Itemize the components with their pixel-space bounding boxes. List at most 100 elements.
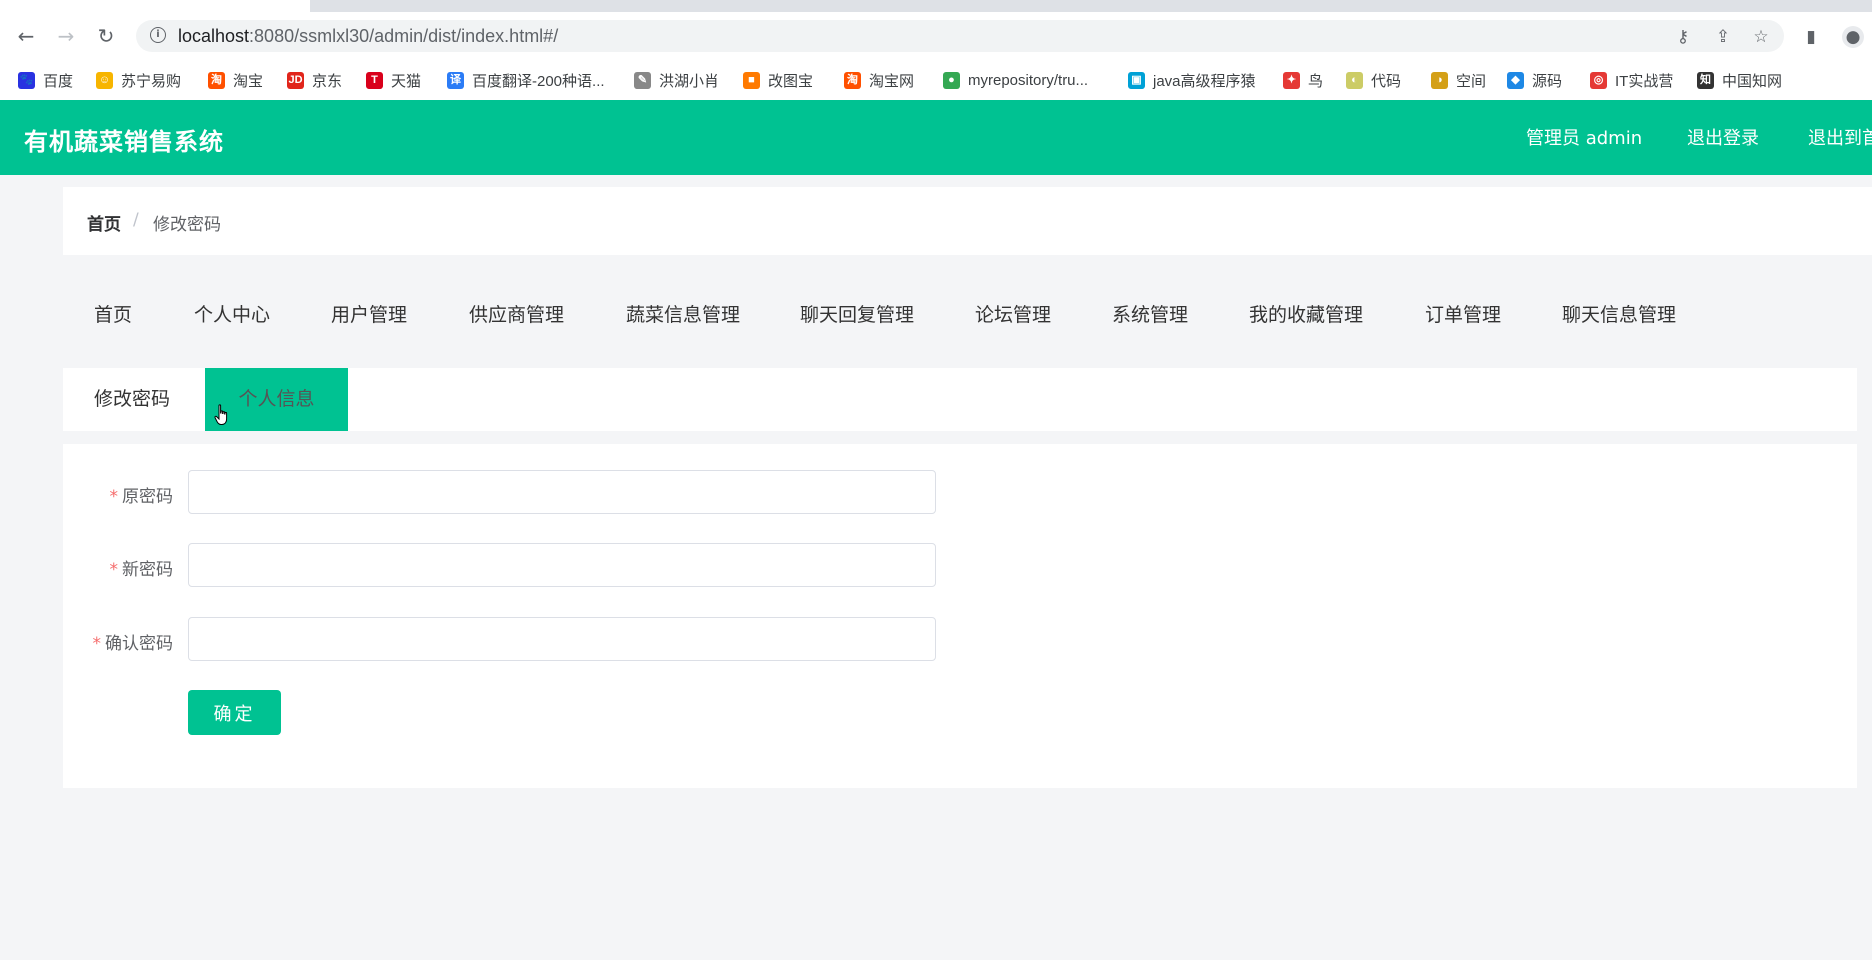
old-password-label-text: 原密码 xyxy=(122,487,173,507)
menu-item-system-management[interactable]: 系统管理 xyxy=(1112,300,1188,327)
confirm-password-row: * 确认密码 xyxy=(63,617,963,663)
bookmark-label: 空间 xyxy=(1456,72,1487,90)
tabstrip-background xyxy=(310,0,1872,12)
bookmark-favicon-icon: 译 xyxy=(447,71,464,89)
bookmark-favicon-icon: 淘 xyxy=(844,71,861,89)
bookmark-label: IT实战营 xyxy=(1615,72,1674,90)
bookmark-item[interactable]: ◐ 代码 xyxy=(1346,69,1401,91)
app-header: 有机蔬菜销售系统 管理员 admin 退出登录 退出到首页 xyxy=(0,100,1872,175)
logout-link[interactable]: 退出登录 xyxy=(1687,124,1759,150)
bookmark-label: myrepository/tru... xyxy=(968,71,1089,89)
menu-item-order-management[interactable]: 订单管理 xyxy=(1425,300,1501,327)
hand-cursor-icon xyxy=(214,404,228,425)
required-mark: * xyxy=(109,487,119,507)
profile-avatar-icon[interactable]: ● xyxy=(1842,26,1864,48)
url-text[interactable]: localhost:8080/ssmlxl30/admin/dist/index… xyxy=(178,26,558,47)
bookmark-item[interactable]: ✦ 鸟 xyxy=(1283,69,1323,91)
menu-item-user-management[interactable]: 用户管理 xyxy=(331,300,407,327)
bookmark-favicon-icon: 🐾 xyxy=(18,71,35,89)
menu-item-personal-center[interactable]: 个人中心 xyxy=(194,300,270,327)
forward-arrow-icon[interactable]: → xyxy=(52,22,80,50)
bookmark-favicon-icon: ◆ xyxy=(1507,71,1524,89)
breadcrumb-current: 修改密码 xyxy=(153,215,221,235)
bookmark-item[interactable]: JD 京东 xyxy=(287,69,342,91)
bookmark-label: 淘宝 xyxy=(233,72,264,90)
site-info-icon[interactable]: i xyxy=(150,27,166,43)
menu-item-forum-management[interactable]: 论坛管理 xyxy=(975,300,1051,327)
share-icon[interactable]: ⇪ xyxy=(1712,26,1734,48)
old-password-input[interactable] xyxy=(188,470,936,514)
bookmark-item[interactable]: 🐾 百度 xyxy=(18,69,73,91)
new-password-label: * 新密码 xyxy=(110,555,174,580)
reload-icon[interactable]: ↻ xyxy=(92,22,120,50)
bookmark-item[interactable]: ✎ 洪湖小肖 xyxy=(634,69,719,91)
required-mark: * xyxy=(109,560,119,580)
url-path: :8080/ssmlxl30/admin/dist/index.html#/ xyxy=(249,26,559,46)
bookmark-item[interactable]: ◑ 空间 xyxy=(1431,69,1486,91)
bookmark-favicon-icon: 淘 xyxy=(208,71,225,89)
breadcrumb: 首页 / 修改密码 xyxy=(63,187,1872,255)
bookmark-label: 百度 xyxy=(43,72,74,90)
bookmark-item[interactable]: ■ 改图宝 xyxy=(743,69,813,91)
breadcrumb-home[interactable]: 首页 xyxy=(87,210,121,235)
old-password-label: * 原密码 xyxy=(110,482,174,507)
bookmark-item[interactable]: 译百度翻译-200种语... xyxy=(447,69,605,91)
old-password-row: * 原密码 xyxy=(63,470,963,516)
bookmark-favicon-icon: ✎ xyxy=(634,71,651,89)
bookmark-favicon-icon: ◑ xyxy=(1431,71,1448,89)
exit-to-home-link[interactable]: 退出到首页 xyxy=(1808,124,1872,150)
bookmark-star-icon[interactable]: ☆ xyxy=(1750,26,1772,48)
bookmark-label: 百度翻译-200种语... xyxy=(472,72,605,90)
bookmark-label: 改图宝 xyxy=(768,72,814,90)
back-arrow-icon[interactable]: ← xyxy=(12,22,40,50)
bookmark-label: 苏宁易购 xyxy=(121,72,182,90)
menu-item-chat-reply-management[interactable]: 聊天回复管理 xyxy=(800,300,914,327)
bookmark-item[interactable]: 知中国知网 xyxy=(1697,69,1782,91)
required-mark: * xyxy=(92,634,102,654)
address-bar[interactable]: i localhost:8080/ssmlxl30/admin/dist/ind… xyxy=(136,20,1784,52)
app-title: 有机蔬菜销售系统 xyxy=(24,128,224,156)
menu-item-favorites-management[interactable]: 我的收藏管理 xyxy=(1249,300,1363,327)
submit-button[interactable]: 确定 xyxy=(188,690,281,735)
browser-toolbar: ← → ↻ i localhost:8080/ssmlxl30/admin/di… xyxy=(0,12,1872,60)
sub-tabs: 修改密码 个人信息 xyxy=(63,368,1857,431)
menu-item-chat-info-management[interactable]: 聊天信息管理 xyxy=(1562,300,1676,327)
bookmark-label: java高级程序猿 xyxy=(1153,72,1256,90)
bookmark-item[interactable]: 淘淘宝 xyxy=(208,69,263,91)
key-icon[interactable]: ⚷ xyxy=(1672,26,1694,48)
bookmark-item[interactable]: ● myrepository/tru... xyxy=(943,69,1088,91)
bookmark-label: 京东 xyxy=(312,72,343,90)
tab-change-password[interactable]: 修改密码 xyxy=(94,368,170,431)
bookmark-label: 淘宝网 xyxy=(869,72,915,90)
bookmark-favicon-icon: ● xyxy=(943,71,960,89)
bookmark-label: 代码 xyxy=(1371,72,1402,90)
bookmark-favicon-icon: ✦ xyxy=(1283,71,1300,89)
bookmark-item[interactable]: ▣ java高级程序猿 xyxy=(1128,69,1256,91)
new-password-input[interactable] xyxy=(188,543,936,587)
bookmark-favicon-icon: T xyxy=(366,71,383,89)
bookmark-favicon-icon: ☺ xyxy=(96,71,113,89)
bookmark-favicon-icon: ■ xyxy=(743,71,760,89)
bookmark-item[interactable]: ◎ IT实战营 xyxy=(1590,69,1673,91)
side-panel-icon[interactable]: ▮ xyxy=(1800,26,1822,48)
bookmark-favicon-icon: ◐ xyxy=(1346,71,1363,89)
bookmark-item[interactable]: T 天猫 xyxy=(366,69,421,91)
bookmark-item[interactable]: 淘淘宝网 xyxy=(844,69,914,91)
menu-item-home[interactable]: 首页 xyxy=(94,300,132,327)
bookmark-favicon-icon: 知 xyxy=(1697,71,1714,89)
browser-tabstrip xyxy=(0,0,1872,12)
change-password-form: * 原密码 * 新密码 * 确认密码 确定 xyxy=(63,444,1857,788)
menu-item-supplier-management[interactable]: 供应商管理 xyxy=(469,300,564,327)
bookmark-item[interactable]: ◆ 源码 xyxy=(1507,69,1562,91)
confirm-password-label: * 确认密码 xyxy=(93,629,174,654)
menu-item-vegetable-management[interactable]: 蔬菜信息管理 xyxy=(626,300,740,327)
bookmarks-bar: 🐾 百度 ☺ 苏宁易购淘淘宝 JD 京东 T 天猫译百度翻译-200种语... ✎ 洪湖小肖 ■ 改图… xyxy=(0,60,1872,101)
top-menu: 首页 个人中心 用户管理 供应商管理 蔬菜信息管理 聊天回复管理 论坛管理 系统… xyxy=(63,272,1872,352)
current-user-label: 管理员 admin xyxy=(1526,128,1643,149)
confirm-password-label-text: 确认密码 xyxy=(105,634,173,654)
breadcrumb-separator: / xyxy=(133,210,139,230)
confirm-password-input[interactable] xyxy=(188,617,936,661)
bookmark-label: 洪湖小肖 xyxy=(659,72,720,90)
new-password-row: * 新密码 xyxy=(63,543,963,589)
bookmark-item[interactable]: ☺ 苏宁易购 xyxy=(96,69,181,91)
